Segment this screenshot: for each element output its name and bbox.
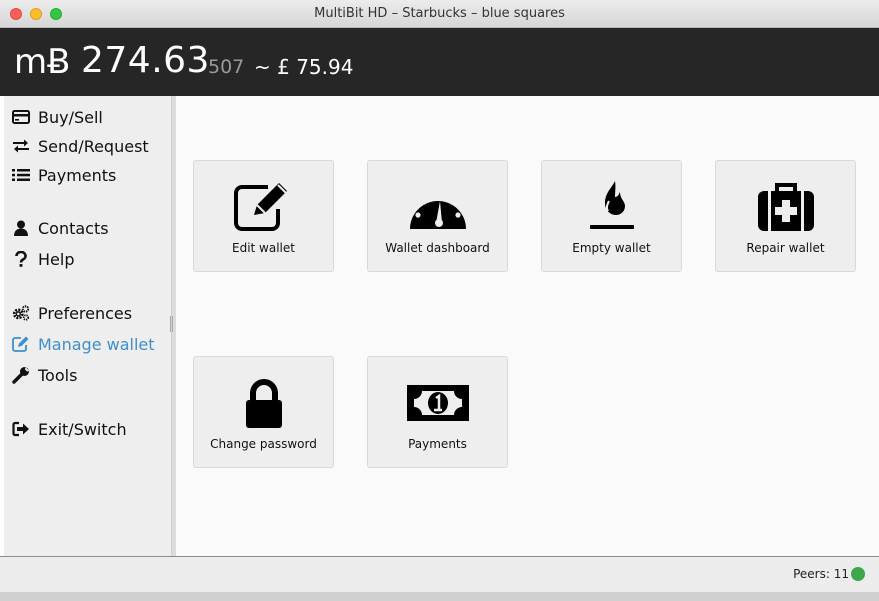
window-bottom-edge [0,592,879,601]
status-bar: Peers: 11 [0,556,879,592]
credit-card-icon [12,108,30,126]
sidebar-item-contacts[interactable]: Contacts [12,217,109,239]
fire-icon [542,179,681,235]
sidebar-item-manage-wallet[interactable]: Manage wallet [12,333,155,355]
banknote-icon [368,375,507,431]
sidebar-item-label: Preferences [38,303,133,323]
card-label: Wallet dashboard [385,241,490,255]
sidebar-item-label: Contacts [38,218,109,238]
sidebar-item-label: Manage wallet [38,334,155,354]
edit-wallet-button[interactable]: Edit wallet [193,160,334,272]
card-label: Change password [210,437,317,451]
card-label: Payments [408,437,467,451]
sidebar-item-help[interactable]: Help [12,248,74,270]
sidebar-item-send-request[interactable]: Send/Request [12,135,149,157]
sidebar-item-label: Payments [38,165,117,185]
card-label: Repair wallet [746,241,825,255]
sidebar-item-label: Tools [38,365,78,385]
balance-header: mɃ 274.63 507 ~ £ 75.94 [0,28,879,96]
payments-button[interactable]: Payments [367,356,508,468]
edit-icon [12,335,30,353]
sidebar-item-label: Help [38,249,75,269]
window-title: MultiBit HD – Starbucks – blue squares [314,6,565,21]
network-status-icon [851,567,865,581]
card-label: Edit wallet [232,241,295,255]
window-title-bar: MultiBit HD – Starbucks – blue squares [0,0,879,28]
sign-out-icon [12,420,30,438]
empty-wallet-button[interactable]: Empty wallet [541,160,682,272]
list-icon [12,166,30,184]
balance-small-digits: 507 [208,56,245,78]
peers-count: Peers: 11 [793,567,849,581]
sidebar-item-preferences[interactable]: Preferences [12,302,132,324]
change-password-button[interactable]: Change password [193,356,334,468]
wallet-dashboard-button[interactable]: Wallet dashboard [367,160,508,272]
balance-fiat: ~ £ 75.94 [254,55,354,79]
wrench-icon [12,366,30,384]
card-label: Empty wallet [572,241,651,255]
question-icon [12,250,30,268]
sidebar-item-payments[interactable]: Payments [12,164,116,186]
splitter-grip[interactable] [170,316,173,332]
dashboard-icon [368,179,507,235]
user-icon [12,219,30,237]
sidebar-item-buy-sell[interactable]: Buy/Sell [12,106,103,128]
sidebar-item-label: Buy/Sell [38,107,103,127]
repair-wallet-button[interactable]: Repair wallet [715,160,856,272]
sidebar-item-exit-switch[interactable]: Exit/Switch [12,418,127,440]
sidebar: Buy/Sell Send/Request Payments Contacts … [4,96,172,556]
balance-amount: 274.63 [81,40,210,81]
sidebar-item-label: Exit/Switch [38,419,127,439]
bitcoin-unit-symbol: mɃ [14,42,71,82]
sidebar-item-label: Send/Request [38,136,149,156]
lock-icon [194,375,333,431]
sidebar-item-tools[interactable]: Tools [12,364,77,386]
medkit-icon [716,179,855,235]
manage-wallet-panel: Edit wallet Wallet dashboard Empty walle… [176,96,879,556]
edit-wallet-icon [194,179,333,235]
exchange-icon [12,137,30,155]
gears-icon [12,304,30,322]
